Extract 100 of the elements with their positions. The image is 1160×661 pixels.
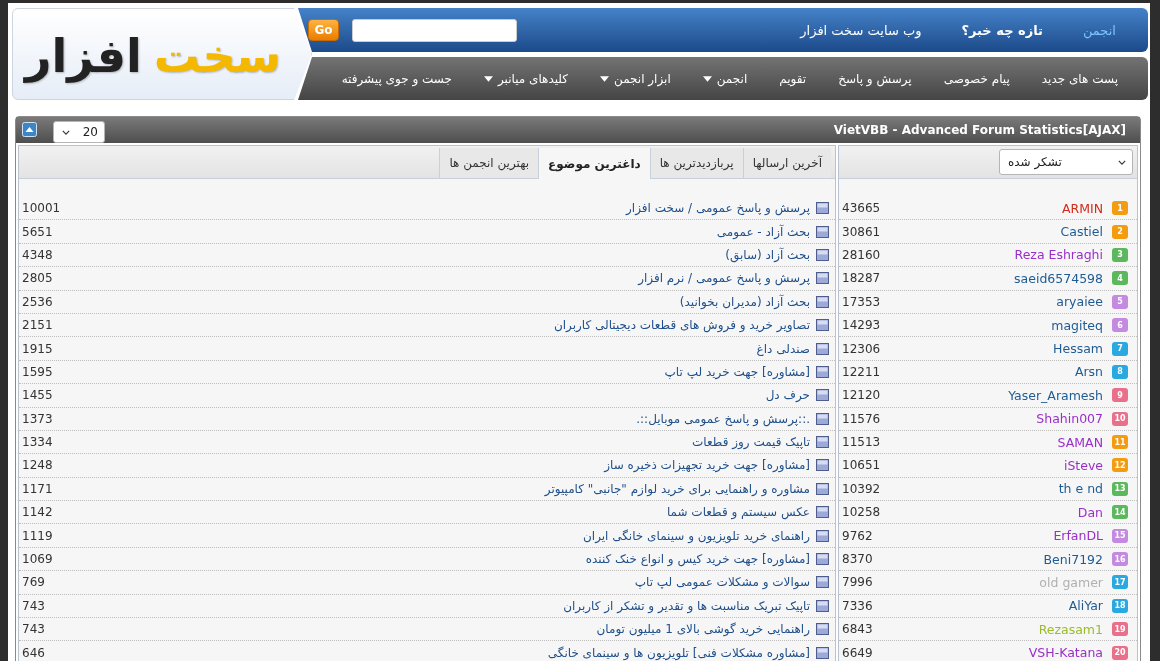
thread-count: 1455: [22, 388, 53, 403]
thread-link[interactable]: تاپیک قیمت روز قطعات: [52, 435, 816, 450]
filter-select[interactable]: تشکر شده: [999, 149, 1133, 175]
thread-link[interactable]: [مشاوره مشکلات فنی] تلویزیون ها و سینمای خانگی: [44, 645, 816, 660]
tab[interactable]: بهترین انجمن ها: [439, 148, 539, 178]
thread-count: 1171: [22, 481, 53, 496]
user-link[interactable]: Reza Eshraghi: [880, 247, 1112, 263]
thanks-count: 7996: [842, 575, 873, 590]
thread-count: 1915: [22, 341, 53, 356]
panel-title: VietVBB - Advanced Forum Statistics[AJAX]: [833, 122, 1126, 139]
tab[interactable]: آخرین ارسالها: [742, 148, 831, 178]
rank-badge: 14: [1112, 505, 1128, 520]
thread-link[interactable]: صندلی داغ: [52, 341, 816, 356]
thread-count: 10001: [22, 201, 61, 216]
user-link[interactable]: Castiel: [880, 224, 1112, 240]
thanks-count: 6843: [842, 622, 873, 637]
thanks-count: 17353: [842, 294, 881, 309]
logo-text: سخت: [152, 27, 282, 85]
thread-count: 5651: [22, 224, 53, 239]
thread-link[interactable]: حرف دل: [52, 388, 816, 403]
chevron-down-icon: [1118, 159, 1126, 165]
menu-item[interactable]: جست و جوی پیشرفته: [341, 71, 452, 86]
thanks-count: 10651: [842, 458, 881, 473]
thread-count: 1119: [22, 528, 53, 543]
tab[interactable]: پربازدیدترین ها: [649, 148, 743, 178]
bullet-icon: [816, 225, 829, 238]
bullet-icon: [816, 506, 829, 519]
user-link[interactable]: ARMIN: [880, 200, 1112, 216]
user-link[interactable]: Dan: [880, 504, 1112, 520]
bullet-icon: [816, 342, 829, 355]
rank-badge: 5: [1112, 294, 1128, 309]
chevron-down-icon: [62, 129, 70, 135]
menu-item[interactable]: ابزار انجمن: [600, 71, 671, 86]
rank-badge: 18: [1112, 598, 1128, 613]
thanks-count: 28160: [842, 247, 881, 262]
menu-item[interactable]: پست های جدید: [1041, 71, 1118, 86]
thread-count: 1334: [22, 435, 53, 450]
thread-link[interactable]: راهنمایی خرید گوشی بالای 1 میلیون تومان: [44, 622, 816, 637]
user-link[interactable]: iSteve: [880, 458, 1112, 473]
user-link[interactable]: Beni7192: [872, 551, 1112, 567]
rank-badge: 16: [1112, 552, 1128, 567]
thanks-count: 11513: [842, 435, 881, 450]
rank-badge: 9: [1112, 388, 1128, 403]
thanks-count: 7336: [842, 598, 873, 613]
rank-badge: 7: [1112, 341, 1128, 356]
search-field[interactable]: [352, 18, 517, 42]
user-link[interactable]: Shahin007: [880, 411, 1112, 427]
user-link[interactable]: SAMAN: [880, 434, 1112, 450]
user-link[interactable]: AliYar: [872, 598, 1112, 614]
user-link[interactable]: magiteq: [880, 317, 1112, 333]
bullet-icon: [816, 295, 829, 308]
caret-icon: [483, 75, 493, 82]
bullet-icon: [816, 272, 829, 285]
thread-link[interactable]: پرسش و پاسخ عمومی / سخت افزار: [60, 201, 816, 216]
thread-link[interactable]: مشاوره و راهنمایی برای خرید لوازم "جانبی" کامپیوتر: [52, 481, 816, 496]
thread-link[interactable]: پرسش و پاسخ عمومی / نرم افزار: [52, 271, 816, 286]
user-link[interactable]: ErfanDL: [872, 528, 1112, 544]
thread-link[interactable]: [مشاوره] جهت خرید کیس و انواع خنک کننده: [52, 552, 816, 567]
bullet-icon: [816, 599, 829, 612]
user-link[interactable]: saeid6574598: [880, 270, 1112, 286]
thread-count: 2151: [22, 318, 53, 333]
top-tab[interactable]: وب سایت سخت افزار: [800, 22, 922, 38]
top-tab[interactable]: تازه چه خبر؟: [961, 22, 1043, 38]
user-link[interactable]: Arsn: [880, 364, 1112, 380]
thanks-count: 12120: [842, 388, 881, 403]
thread-link[interactable]: [مشاوره] جهت خرید تجهیزات ذخیره ساز: [52, 458, 816, 473]
thread-link[interactable]: تاپیک تبریک مناسبت ها و تقدیر و تشکر از کاربران: [44, 598, 816, 613]
thread-link[interactable]: بحث آزاد (سابق): [52, 247, 816, 262]
user-link[interactable]: VSH-Katana: [872, 645, 1112, 661]
rank-badge: 13: [1112, 481, 1128, 496]
user-link[interactable]: Hessam: [880, 341, 1112, 357]
rank-badge: 10: [1112, 411, 1128, 426]
page-size-select[interactable]: 20: [53, 121, 105, 143]
thread-link[interactable]: بحث آزاد - عمومی: [52, 224, 816, 239]
thanks-count: 12211: [842, 364, 881, 379]
rank-badge: 15: [1112, 528, 1128, 543]
thread-link[interactable]: .::پرسش و پاسخ عمومی موبایل::.: [52, 411, 816, 426]
bullet-icon: [816, 365, 829, 378]
thanks-count: 8370: [842, 552, 873, 567]
user-link[interactable]: aryaiee: [880, 294, 1112, 310]
tab[interactable]: داغترین موضوع: [538, 148, 650, 179]
thread-link[interactable]: عکس سیستم و قطعات شما: [52, 505, 816, 520]
thread-count: 2536: [22, 294, 53, 309]
menu-item[interactable]: انجمن: [702, 71, 748, 86]
thread-link[interactable]: راهنمای خرید تلویزیون و سینمای خانگی ایران: [52, 528, 816, 543]
thread-link[interactable]: سوالات و مشکلات عمومی لپ تاپ: [44, 575, 816, 590]
bullet-icon: [816, 623, 829, 636]
thread-link[interactable]: [مشاوره] جهت خرید لپ تاپ: [52, 364, 816, 379]
menu-item[interactable]: پیام خصوصی: [943, 71, 1010, 86]
menu-item[interactable]: پرسش و پاسخ: [838, 71, 912, 86]
user-link[interactable]: th e nd: [880, 481, 1112, 497]
menu-item[interactable]: تقویم: [779, 71, 807, 86]
user-link[interactable]: Yaser_Aramesh: [880, 387, 1112, 403]
menu-item[interactable]: کلیدهای میانبر: [483, 71, 568, 86]
logo-background[interactable]: سخت افزار: [12, 8, 312, 100]
thread-link[interactable]: بحث آزاد (مدیران بخوانید): [52, 294, 816, 309]
thread-count: 743: [22, 598, 45, 613]
thread-link[interactable]: تصاویر خرید و فروش های قطعات دیجیتالی کاربران: [52, 318, 816, 333]
rank-badge: 12: [1112, 458, 1128, 473]
thread-count: 1595: [22, 364, 53, 379]
